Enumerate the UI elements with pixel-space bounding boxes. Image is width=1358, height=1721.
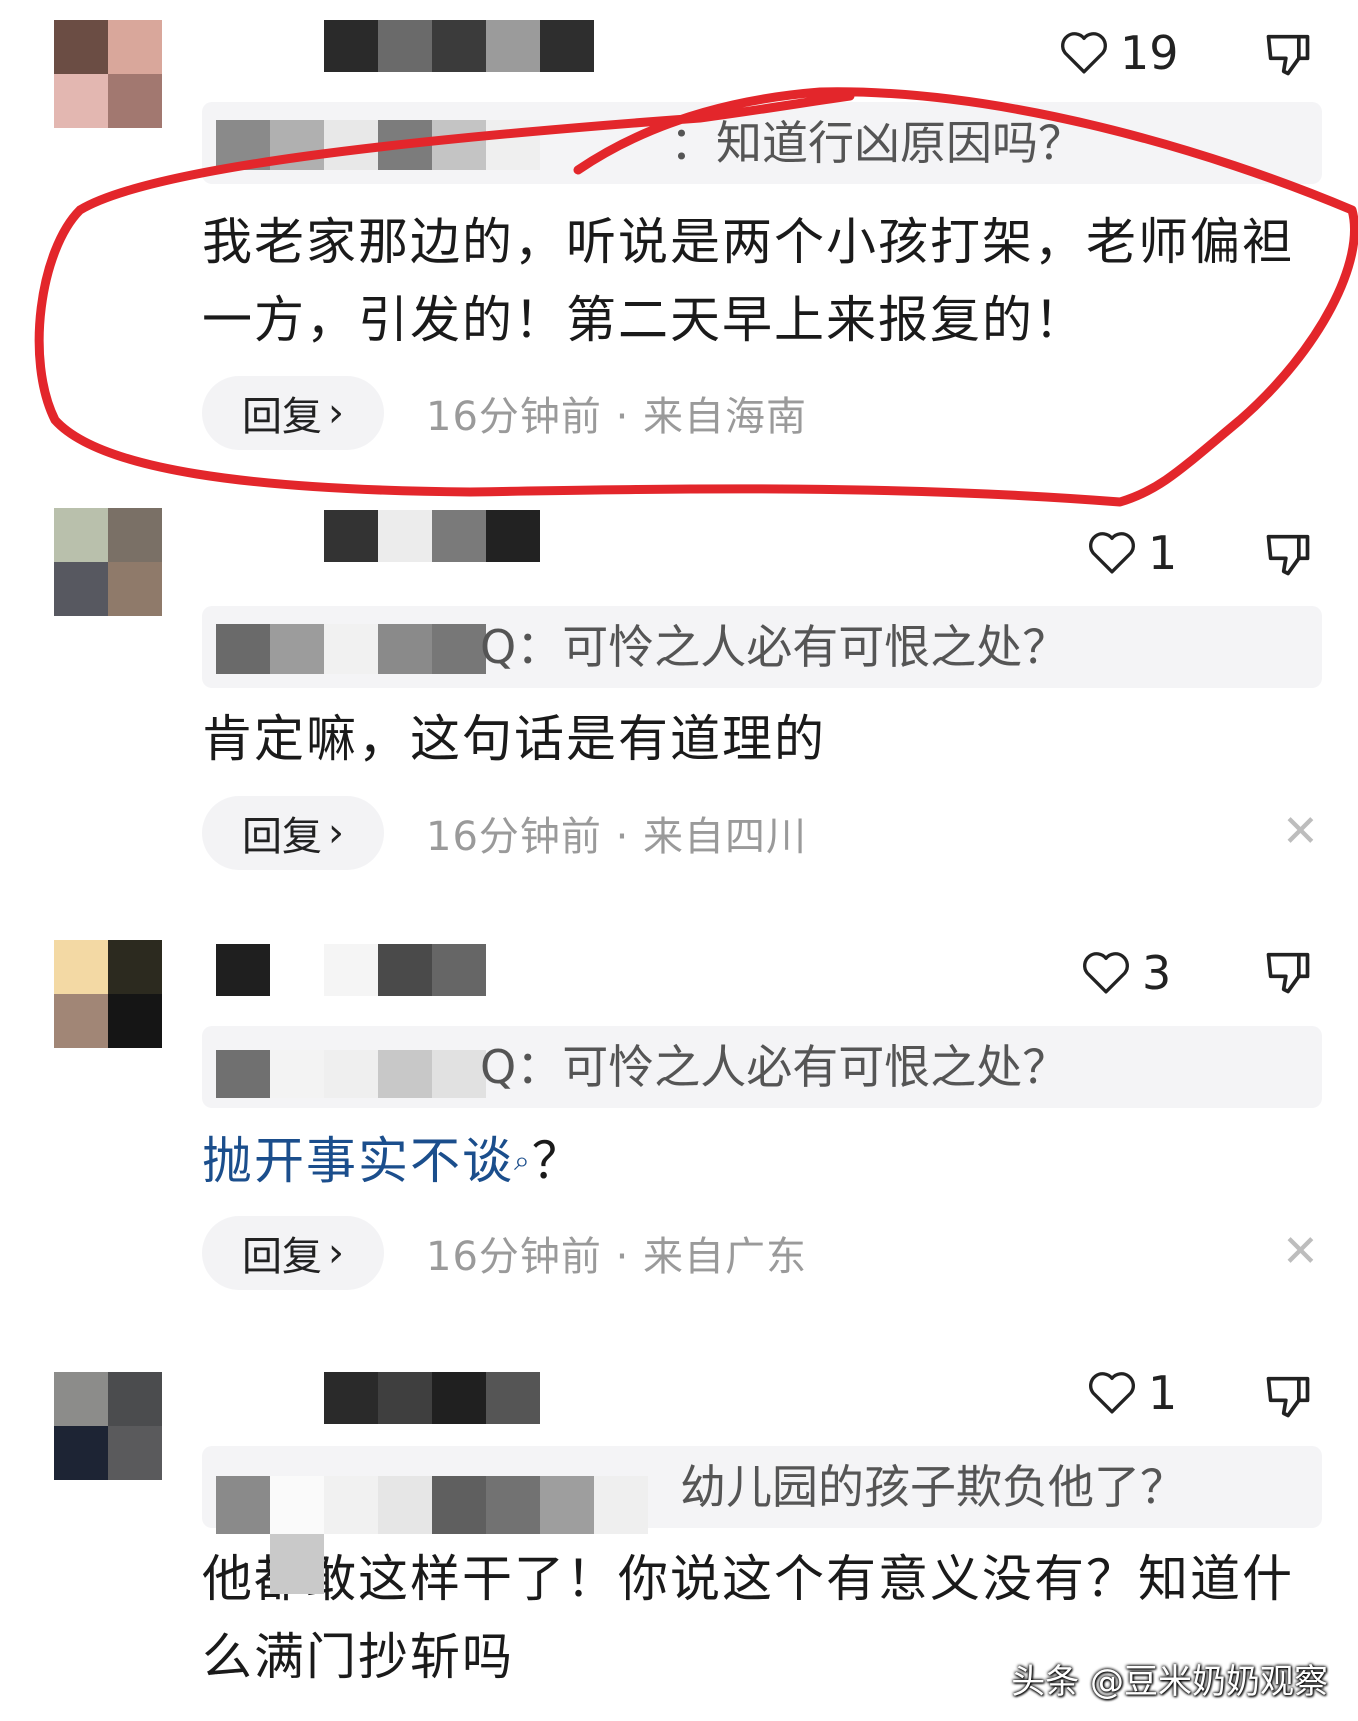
like-button[interactable]: 19 (1058, 26, 1179, 80)
quoted-comment[interactable]: Q：可怜之人必有可恨之处？ (202, 1026, 1322, 1108)
avatar[interactable] (54, 1372, 162, 1480)
username-blurred[interactable] (216, 944, 486, 996)
heart-icon (1089, 1372, 1135, 1414)
reply-button[interactable]: 回复 › (202, 1216, 384, 1290)
search-icon[interactable]: ⌕ (514, 1144, 532, 1177)
username-blurred[interactable] (324, 1372, 540, 1424)
heart-icon (1083, 952, 1129, 994)
dislike-icon[interactable] (1262, 28, 1314, 80)
reply-label: 回复 (242, 1234, 322, 1280)
chevron-right-icon: › (328, 810, 344, 856)
watermark: 头条 @豆米奶奶观察 (1011, 1662, 1328, 1702)
like-button[interactable]: 1 (1086, 526, 1177, 580)
like-button[interactable]: 3 (1080, 946, 1171, 1000)
quoted-text: 幼儿园的孩子欺负他了？ (680, 1460, 1186, 1514)
timestamp-location: 16分钟前 · 来自海南 (426, 394, 808, 440)
comment-text-suffix: ？ (531, 1132, 584, 1190)
quoted-username-blurred (216, 1050, 486, 1098)
username-blurred[interactable] (324, 20, 594, 72)
chevron-right-icon: › (328, 390, 344, 436)
avatar[interactable] (54, 940, 162, 1048)
quoted-text: ：知道行凶原因吗？ (670, 116, 1084, 170)
timestamp-location: 16分钟前 · 来自四川 (426, 814, 808, 860)
search-link[interactable]: 抛开事实不谈 (202, 1132, 514, 1190)
username-blurred[interactable] (324, 510, 540, 562)
quoted-text: Q：可怜之人必有可恨之处？ (480, 620, 1069, 674)
chevron-right-icon: › (328, 1230, 344, 1276)
like-count: 19 (1120, 26, 1179, 80)
like-count: 1 (1148, 526, 1178, 580)
body-blur-patch (270, 1534, 324, 1594)
reply-button[interactable]: 回复 › (202, 796, 384, 870)
comment-text: 抛开事实不谈⌕？ (202, 1122, 1312, 1200)
quoted-username-blurred (216, 120, 540, 170)
close-icon[interactable]: ✕ (1282, 1226, 1319, 1277)
avatar[interactable] (54, 20, 162, 128)
quoted-username-blurred (216, 624, 486, 674)
comment-text: 我老家那边的，听说是两个小孩打架，老师偏袒一方，引发的！第二天早上来报复的！ (202, 213, 1294, 349)
reply-label: 回复 (242, 814, 322, 860)
quoted-username-blurred (216, 1476, 648, 1534)
reply-button[interactable]: 回复 › (202, 376, 384, 450)
dislike-icon[interactable] (1262, 946, 1314, 998)
quoted-comment[interactable]: Q：可怜之人必有可恨之处？ (202, 606, 1322, 688)
reply-label: 回复 (242, 394, 322, 440)
avatar[interactable] (54, 508, 162, 616)
quoted-comment[interactable]: ：知道行凶原因吗？ (202, 102, 1322, 184)
comment-text: 肯定嘛，这句话是有道理的 (202, 710, 826, 768)
close-icon[interactable]: ✕ (1282, 806, 1319, 857)
like-count: 1 (1148, 1366, 1178, 1420)
like-count: 3 (1142, 946, 1172, 1000)
quoted-text: Q：可怜之人必有可恨之处？ (480, 1040, 1069, 1094)
heart-icon (1061, 32, 1107, 74)
dislike-icon[interactable] (1262, 1370, 1314, 1422)
timestamp-location: 16分钟前 · 来自广东 (426, 1234, 808, 1280)
dislike-icon[interactable] (1262, 528, 1314, 580)
heart-icon (1089, 532, 1135, 574)
like-button[interactable]: 1 (1086, 1366, 1177, 1420)
